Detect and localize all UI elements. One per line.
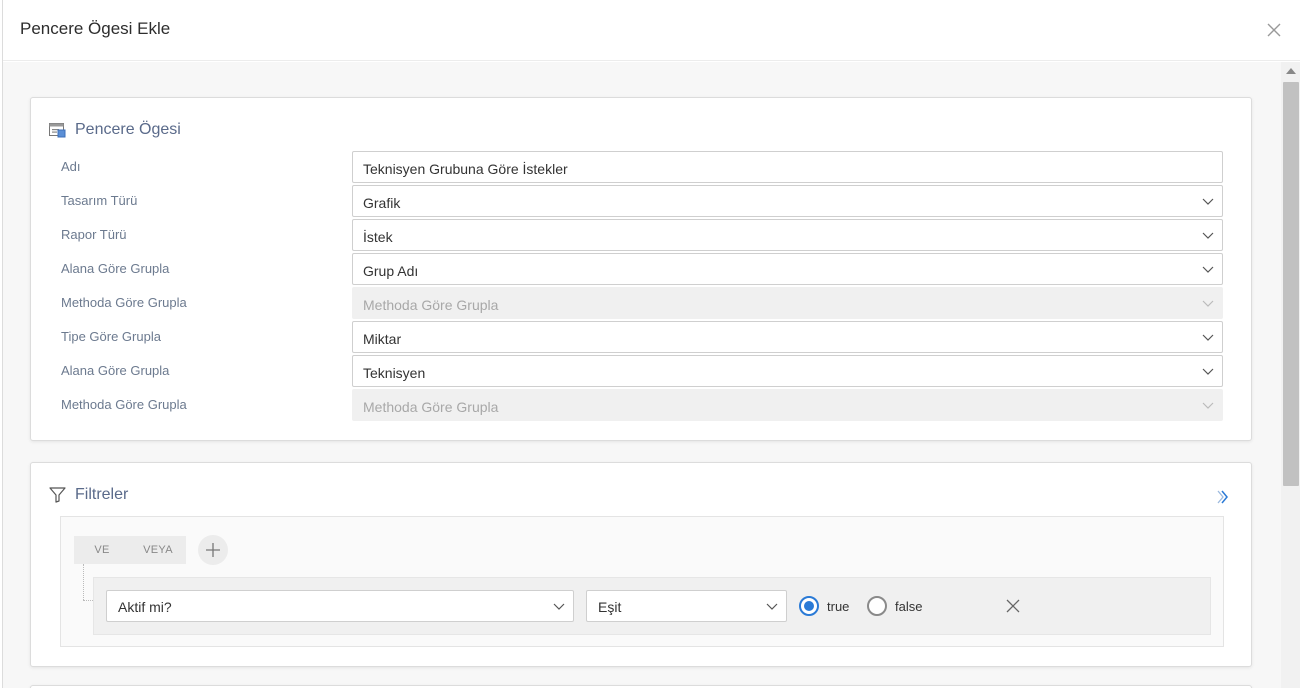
or-button[interactable]: VEYA bbox=[130, 536, 186, 564]
funnel-icon bbox=[49, 487, 66, 503]
chevron-down-icon bbox=[1202, 198, 1214, 205]
window-item-header: Pencere Ögesi bbox=[49, 121, 181, 139]
form-label: Methoda Göre Grupla bbox=[61, 295, 187, 310]
plus-icon bbox=[206, 543, 220, 557]
chevron-right-icon[interactable] bbox=[1215, 489, 1231, 505]
dialog-header: Pencere Ögesi Ekle bbox=[3, 0, 1300, 61]
chevron-down-icon bbox=[553, 603, 565, 610]
chevron-down-icon bbox=[1202, 232, 1214, 239]
chevron-down-icon bbox=[1202, 334, 1214, 341]
form-label: Tipe Göre Grupla bbox=[61, 329, 161, 344]
form-label: Adı bbox=[61, 159, 81, 174]
group-by-field-select-2[interactable]: Teknisyen bbox=[352, 355, 1223, 387]
add-window-item-dialog: Pencere Ögesi Ekle Pencere Ögesi Adı Tek… bbox=[2, 0, 1300, 688]
rule-operator-select[interactable]: Eşit bbox=[586, 590, 787, 622]
chevron-down-icon bbox=[1202, 368, 1214, 375]
form-label: Rapor Türü bbox=[61, 227, 127, 242]
logic-toggle: VE VEYA bbox=[74, 536, 186, 564]
chevron-down-icon bbox=[1202, 266, 1214, 273]
filters-title: Filtreler bbox=[75, 486, 129, 503]
form-row-group-by-method-2: Methoda Göre Grupla Methoda Göre Grupla bbox=[61, 389, 1223, 421]
group-by-field-select[interactable]: Grup Adı bbox=[352, 253, 1223, 285]
form-row-report-type: Rapor Türü İstek bbox=[61, 219, 1223, 251]
form-label: Alana Göre Grupla bbox=[61, 261, 170, 276]
chevron-down-icon bbox=[766, 603, 778, 610]
scroll-up-arrow[interactable] bbox=[1286, 68, 1296, 74]
filters-card: Filtreler VE VEYA Aktif mi? Eşit true fa… bbox=[30, 462, 1252, 667]
chevron-down-icon bbox=[1202, 402, 1214, 409]
form-row-design-type: Tasarım Türü Grafik bbox=[61, 185, 1223, 217]
radio-false-label: false bbox=[895, 599, 923, 614]
design-type-select[interactable]: Grafik bbox=[352, 185, 1223, 217]
tree-connector bbox=[83, 600, 93, 601]
radio-true[interactable] bbox=[799, 596, 819, 616]
close-icon[interactable] bbox=[1266, 22, 1282, 38]
window-item-card: Pencere Ögesi Adı Teknisyen Grubuna Göre… bbox=[30, 97, 1252, 441]
rule-field-select[interactable]: Aktif mi? bbox=[106, 590, 574, 622]
dialog-title: Pencere Ögesi Ekle bbox=[20, 19, 171, 38]
dialog-body: Pencere Ögesi Adı Teknisyen Grubuna Göre… bbox=[3, 62, 1300, 688]
vertical-scrollbar[interactable] bbox=[1281, 62, 1300, 688]
form-label: Tasarım Türü bbox=[61, 193, 138, 208]
name-input[interactable]: Teknisyen Grubuna Göre İstekler bbox=[352, 151, 1223, 183]
add-rule-button[interactable] bbox=[198, 535, 228, 565]
form-row-name: Adı Teknisyen Grubuna Göre İstekler bbox=[61, 151, 1223, 183]
radio-true-label: true bbox=[827, 599, 850, 614]
scroll-thumb[interactable] bbox=[1283, 82, 1299, 486]
and-button[interactable]: VE bbox=[74, 536, 130, 564]
form-row-group-by-type: Tipe Göre Grupla Miktar bbox=[61, 321, 1223, 353]
group-by-method-select-2: Methoda Göre Grupla bbox=[352, 389, 1223, 421]
filter-rule: Aktif mi? Eşit true false bbox=[93, 577, 1211, 635]
form-row-group-by-method-1: Methoda Göre Grupla Methoda Göre Grupla bbox=[61, 287, 1223, 319]
filters-header: Filtreler bbox=[49, 486, 128, 504]
chevron-down-icon bbox=[1202, 300, 1214, 307]
form-row-group-by-field-1: Alana Göre Grupla Grup Adı bbox=[61, 253, 1223, 285]
form-label: Alana Göre Grupla bbox=[61, 363, 170, 378]
group-by-method-select: Methoda Göre Grupla bbox=[352, 287, 1223, 319]
window-item-title: Pencere Ögesi bbox=[75, 121, 181, 138]
report-type-select[interactable]: İstek bbox=[352, 219, 1223, 251]
form-label: Methoda Göre Grupla bbox=[61, 397, 187, 412]
radio-false[interactable] bbox=[867, 596, 887, 616]
window-form-icon bbox=[49, 122, 66, 137]
filter-builder: VE VEYA Aktif mi? Eşit true false bbox=[60, 516, 1224, 647]
tree-connector bbox=[83, 564, 84, 600]
form-row-group-by-field-2: Alana Göre Grupla Teknisyen bbox=[61, 355, 1223, 387]
remove-rule-icon[interactable] bbox=[1004, 597, 1022, 615]
group-by-type-select[interactable]: Miktar bbox=[352, 321, 1223, 353]
